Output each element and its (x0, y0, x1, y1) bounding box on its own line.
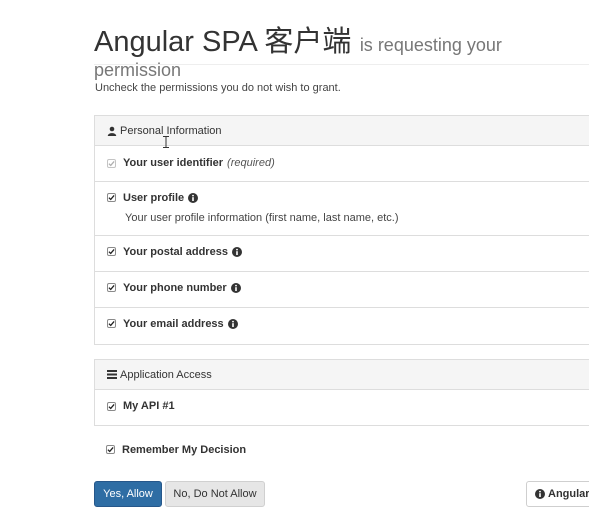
remember-label[interactable]: Remember My Decision (122, 444, 246, 456)
scope-label-openid: Your user identifier (required) (123, 157, 275, 169)
scope-row-address: Your postal address (95, 236, 589, 272)
info-icon (231, 247, 242, 257)
checkmark-icon (108, 194, 115, 201)
scope-label-email[interactable]: Your email address (123, 318, 238, 330)
panel-heading-application: Application Access (95, 360, 589, 390)
info-icon (227, 319, 238, 329)
text-cursor-icon (163, 136, 169, 148)
client-link-button[interactable]: Angular (526, 481, 589, 507)
application-access-panel: Application Access My API #1 (94, 359, 589, 426)
panel-heading-label: Personal Information (120, 124, 222, 137)
scope-checkbox-address[interactable] (107, 247, 116, 256)
user-icon (107, 126, 117, 136)
allow-button[interactable]: Yes, Allow (94, 481, 162, 507)
scope-label-text: Your postal address (123, 246, 228, 258)
scope-label-text: User profile (123, 192, 185, 204)
info-icon (230, 283, 241, 293)
scope-checkbox-profile[interactable] (107, 193, 116, 202)
scope-label-text: Your email address (123, 318, 224, 330)
scope-label-text: Your user identifier (123, 157, 224, 169)
remember-checkbox[interactable] (106, 445, 115, 454)
scope-label-profile[interactable]: User profile (123, 192, 199, 204)
scope-label-text: Your phone number (123, 282, 227, 294)
scope-checkbox-openid (107, 159, 116, 168)
list-icon (107, 370, 117, 379)
checkmark-icon (108, 403, 115, 410)
scope-label-api1[interactable]: My API #1 (123, 400, 175, 412)
checkmark-icon (107, 446, 114, 453)
deny-button[interactable]: No, Do Not Allow (165, 481, 265, 507)
checkmark-icon (108, 284, 115, 291)
info-icon (535, 489, 545, 499)
required-note: (required) (227, 157, 275, 169)
checkmark-icon (108, 248, 115, 255)
instructions-text: Uncheck the permissions you do not wish … (95, 82, 341, 94)
client-name: Angular SPA 客户端 (94, 26, 352, 58)
scope-description-profile: Your user profile information (first nam… (125, 212, 399, 224)
scope-checkbox-email[interactable] (107, 319, 116, 328)
checkmark-icon (108, 320, 115, 327)
consent-header: Angular SPA 客户端 is requesting your permi… (94, 18, 589, 80)
scope-label-phone[interactable]: Your phone number (123, 282, 241, 294)
scope-row-openid: Your user identifier (required) (95, 146, 589, 182)
scope-row-api1: My API #1 (95, 390, 589, 425)
scope-row-profile: User profile Your user profile informati… (95, 182, 589, 236)
info-icon (188, 193, 199, 203)
checkmark-icon (108, 160, 115, 167)
scope-row-email: Your email address (95, 308, 589, 344)
scope-row-phone: Your phone number (95, 272, 589, 308)
scope-checkbox-phone[interactable] (107, 283, 116, 292)
personal-information-panel: Personal Information Your user identifie… (94, 115, 589, 345)
scope-checkbox-api1[interactable] (107, 402, 116, 411)
remember-consent: Remember My Decision (94, 440, 394, 460)
scope-label-address[interactable]: Your postal address (123, 246, 242, 258)
client-link-label: Angular (548, 488, 589, 500)
panel-heading-label: Application Access (120, 368, 212, 381)
